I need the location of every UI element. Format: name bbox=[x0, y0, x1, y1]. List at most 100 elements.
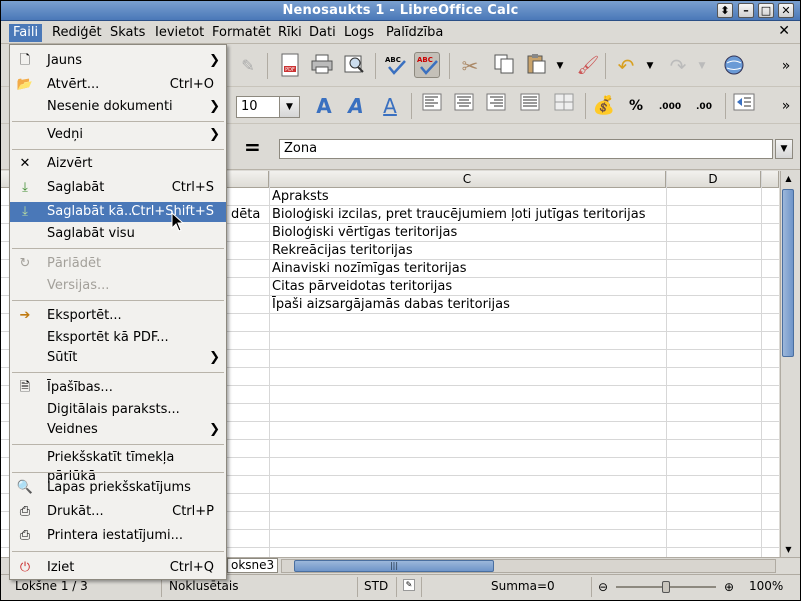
minimize-button[interactable]: – bbox=[738, 3, 754, 18]
sheet-tab-3[interactable]: oksne3 bbox=[227, 558, 279, 573]
align-right-icon[interactable] bbox=[483, 93, 509, 119]
toolbar-overflow-icon[interactable]: » bbox=[773, 53, 799, 79]
vertical-scrollbar[interactable]: ▲ ▼ bbox=[780, 171, 795, 557]
cell-c7[interactable]: Īpaši aizsargājamās dabas teritorijas bbox=[270, 296, 665, 314]
menu-item-eksportet[interactable]: ➔ Eksportēt... bbox=[10, 306, 226, 326]
menu-item-jauns[interactable]: 🗋 Jauns ❯ bbox=[10, 51, 226, 71]
menu-item-aizvert[interactable]: ✕ Aizvērt bbox=[10, 154, 226, 174]
menu-item-eksportet-pdf[interactable]: Eksportēt kā PDF... bbox=[10, 328, 226, 348]
cell-c5[interactable]: Ainaviski nozīmīgas teritorijas bbox=[270, 260, 665, 278]
menu-formatet[interactable]: Formatēt bbox=[208, 24, 275, 42]
menu-item-iziet[interactable]: ⏻ Iziet Ctrl+Q bbox=[10, 558, 226, 578]
menu-rediget[interactable]: Rediģēt bbox=[48, 24, 106, 42]
cell-c1[interactable]: Apraksts bbox=[270, 188, 665, 206]
percent-format-icon[interactable]: % bbox=[623, 93, 649, 119]
menu-faili[interactable]: Faili bbox=[9, 24, 43, 42]
italic-icon[interactable]: A bbox=[343, 93, 369, 119]
menu-dati[interactable]: Dati bbox=[305, 24, 340, 42]
currency-format-icon[interactable]: 💰 bbox=[591, 93, 617, 119]
print-icon[interactable] bbox=[309, 53, 335, 79]
menu-item-shortcut: Ctrl+S bbox=[171, 180, 214, 195]
shade-button[interactable]: ⬍ bbox=[717, 3, 733, 18]
scroll-up-icon[interactable]: ▲ bbox=[781, 171, 796, 186]
remove-decimal-icon[interactable]: .00 bbox=[691, 93, 717, 119]
menu-item-nesenie[interactable]: Nesenie dokumenti ❯ bbox=[10, 97, 226, 117]
toolbar-separator bbox=[411, 93, 412, 119]
menu-item-vedni[interactable]: Vedņi ❯ bbox=[10, 125, 226, 145]
file-menu-dropdown: 🗋 Jauns ❯ 📂 Atvērt... Ctrl+O Nesenie dok… bbox=[9, 44, 227, 580]
font-size-select[interactable]: 10 ▼ bbox=[236, 96, 300, 118]
menu-item-veidnes[interactable]: Veidnes ❯ bbox=[10, 420, 226, 440]
format-paintbrush-icon[interactable]: 🖌 bbox=[575, 53, 601, 79]
cell-c2[interactable]: Bioloģiski izcilas, pret traucējumiem ļo… bbox=[270, 206, 665, 224]
redo-dropdown-icon[interactable]: ▼ bbox=[695, 53, 709, 79]
close-document-icon[interactable]: ✕ bbox=[778, 23, 790, 39]
close-window-button[interactable]: ✕ bbox=[778, 3, 794, 18]
cell-c4[interactable]: Rekreācijas teritorijas bbox=[270, 242, 665, 260]
copy-icon[interactable] bbox=[491, 53, 517, 79]
vertical-scroll-thumb[interactable] bbox=[782, 189, 794, 357]
zoom-percent[interactable]: 100% bbox=[749, 579, 783, 593]
cell-c3[interactable]: Bioloģiski vērtīgas teritorijas bbox=[270, 224, 665, 242]
justify-icon[interactable] bbox=[517, 93, 543, 119]
cell-b2[interactable]: dēta bbox=[229, 206, 269, 224]
paste-dropdown-icon[interactable]: ▼ bbox=[553, 53, 567, 79]
horizontal-scroll-thumb[interactable]: ||| bbox=[294, 560, 494, 572]
bold-icon[interactable]: A bbox=[311, 93, 337, 119]
selection-mode[interactable]: STD bbox=[364, 579, 388, 593]
menu-item-ipasibas[interactable]: 🗎 Īpašības... bbox=[10, 378, 226, 398]
underline-icon[interactable]: A bbox=[377, 93, 403, 119]
menu-item-prieksskatit-parluka[interactable]: Priekšskatīt tīmekļa pārlūkā bbox=[10, 448, 226, 484]
align-left-icon[interactable] bbox=[419, 93, 445, 119]
menu-item-versijas[interactable]: Versijas... bbox=[10, 276, 226, 296]
zoom-in-icon[interactable]: ⊕ bbox=[724, 580, 734, 594]
menu-item-sutit[interactable]: Sūtīt ❯ bbox=[10, 348, 226, 368]
formula-equals-icon[interactable]: = bbox=[244, 135, 261, 159]
merge-cells-icon[interactable] bbox=[551, 93, 577, 119]
edit-file-icon[interactable]: ✎ bbox=[235, 53, 261, 79]
menu-item-label: Nesenie dokumenti bbox=[47, 99, 173, 114]
maximize-button[interactable]: □ bbox=[758, 3, 774, 18]
column-header-c[interactable]: C bbox=[269, 171, 666, 188]
undo-icon[interactable]: ↶ bbox=[613, 53, 639, 79]
horizontal-scrollbar[interactable]: ||| bbox=[281, 559, 776, 573]
chevron-down-icon[interactable]: ▼ bbox=[279, 97, 299, 117]
page-preview-icon[interactable] bbox=[341, 53, 367, 79]
export-pdf-icon[interactable]: PDF bbox=[277, 53, 303, 79]
menu-item-lapas-prieksskatijums[interactable]: 🔍 Lapas priekšskatījums bbox=[10, 478, 226, 498]
menu-item-drukat[interactable]: ⎙ Drukāt... Ctrl+P bbox=[10, 502, 226, 522]
menu-item-parladet[interactable]: ↻ Pārlādēt bbox=[10, 254, 226, 274]
menu-item-printera-iestatijumi[interactable]: ⎙ Printera iestatījumi... bbox=[10, 526, 226, 546]
menu-ievietot[interactable]: Ievietot bbox=[151, 24, 208, 42]
menu-item-saglabat[interactable]: ⤓ Saglabāt Ctrl+S bbox=[10, 178, 226, 198]
formula-input[interactable]: Zona bbox=[279, 139, 773, 159]
cell-c6[interactable]: Citas pārveidotas teritorijas bbox=[270, 278, 665, 296]
menu-riki[interactable]: Rīki bbox=[274, 24, 306, 42]
undo-dropdown-icon[interactable]: ▼ bbox=[643, 53, 657, 79]
menu-item-saglabat-ka[interactable]: ⤓ Saglabāt kā... Ctrl+Shift+S bbox=[10, 202, 226, 222]
hyperlink-globe-icon[interactable] bbox=[721, 53, 747, 79]
autospellcheck-icon[interactable]: ABC bbox=[414, 52, 440, 78]
menu-item-atvert[interactable]: 📂 Atvērt... Ctrl+O bbox=[10, 75, 226, 95]
paste-icon[interactable] bbox=[523, 53, 549, 79]
menu-item-paraksts[interactable]: Digitālais paraksts... bbox=[10, 400, 226, 420]
decrease-indent-icon[interactable] bbox=[731, 93, 757, 119]
menu-logs[interactable]: Logs bbox=[340, 24, 378, 42]
menu-item-saglabat-visu[interactable]: Saglabāt visu bbox=[10, 224, 226, 244]
column-header-d[interactable]: D bbox=[666, 171, 761, 188]
redo-icon[interactable]: ↷ bbox=[665, 53, 691, 79]
zoom-slider[interactable]: ⊖ ⊕ bbox=[598, 580, 738, 594]
add-decimal-icon[interactable]: .000 bbox=[657, 93, 683, 119]
menu-skats[interactable]: Skats bbox=[106, 24, 149, 42]
expand-formula-icon[interactable]: ▼ bbox=[775, 139, 793, 159]
zoom-knob[interactable] bbox=[662, 581, 670, 593]
cut-icon[interactable]: ✂ bbox=[457, 53, 483, 79]
toolbar-overflow-icon[interactable]: » bbox=[773, 93, 799, 119]
spellcheck-icon[interactable]: ABC bbox=[383, 53, 409, 79]
column-header-e[interactable] bbox=[761, 171, 779, 188]
menu-palidziba[interactable]: Palīdzība bbox=[382, 24, 447, 42]
zoom-out-icon[interactable]: ⊖ bbox=[598, 580, 608, 594]
align-center-icon[interactable] bbox=[451, 93, 477, 119]
scroll-down-icon[interactable]: ▼ bbox=[781, 542, 796, 557]
page-style[interactable]: Noklusētais bbox=[169, 579, 239, 593]
